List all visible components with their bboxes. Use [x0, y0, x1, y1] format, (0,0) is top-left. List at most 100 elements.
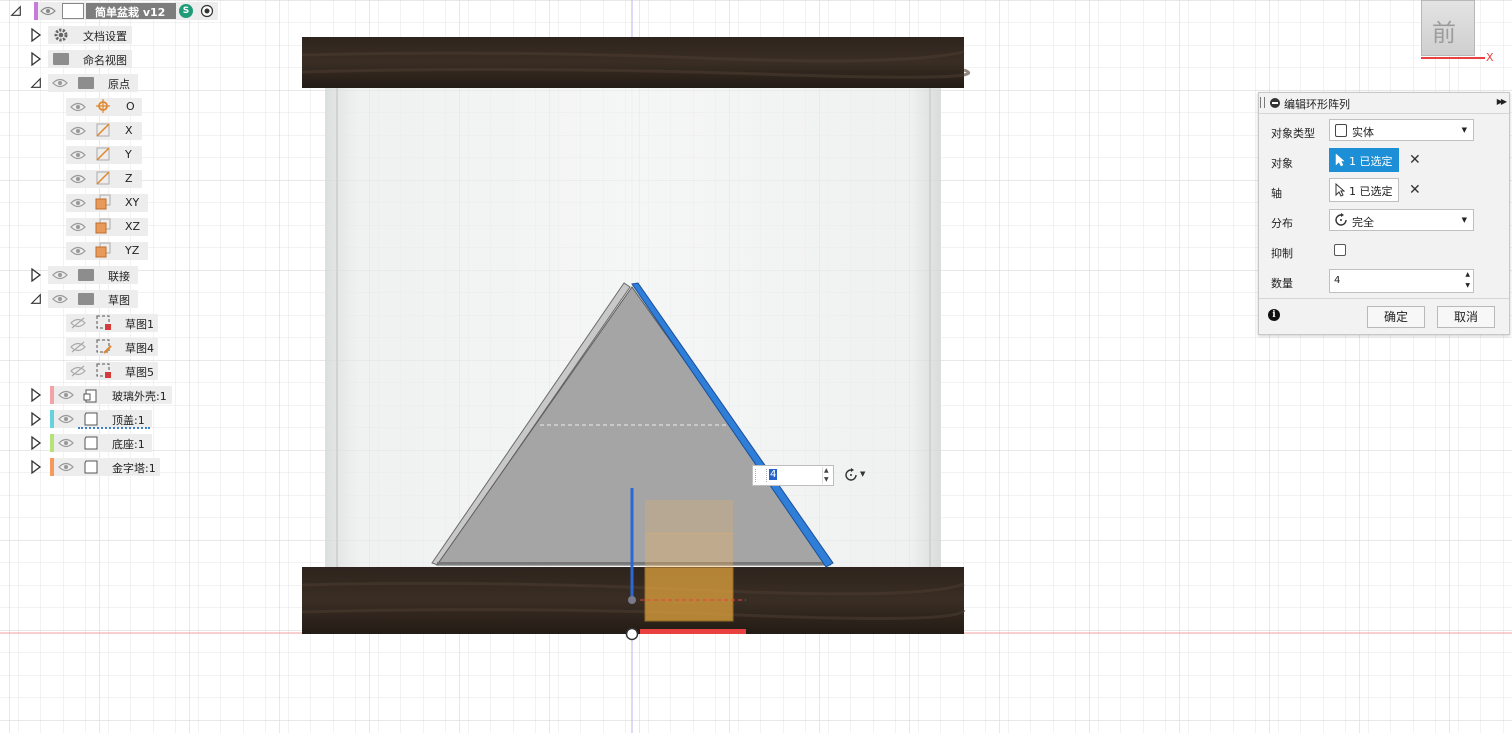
quantity-label: 数量	[1271, 277, 1293, 290]
axis-select-button[interactable]: 1 已选定	[1329, 178, 1399, 202]
gear-icon	[54, 28, 68, 42]
caret-up-icon[interactable]: ▲	[1465, 271, 1470, 278]
eye-icon[interactable]	[70, 197, 86, 209]
solid-body-icon	[1335, 124, 1347, 137]
tree-item-label: YZ	[125, 244, 140, 257]
suppress-checkbox[interactable]	[1334, 244, 1346, 256]
minus-circle-icon[interactable]	[1270, 98, 1280, 108]
axis-icon	[96, 123, 110, 137]
eye-icon[interactable]	[40, 5, 56, 17]
tree-item-label: XZ	[125, 220, 141, 233]
plane-icon	[95, 194, 111, 210]
caret-down-icon[interactable]: ▼	[1465, 282, 1470, 289]
drag-handle-icon[interactable]	[1260, 97, 1265, 108]
sketch-icon	[96, 315, 111, 330]
inline-input-grip	[755, 469, 767, 482]
view-cube-x-axis	[1421, 57, 1485, 59]
body-icon	[84, 436, 98, 450]
distribution-value: 完全	[1352, 216, 1374, 229]
tree-item-label: 草图4	[125, 342, 154, 355]
dropdown-caret-icon: ▼	[860, 470, 866, 478]
quantity-inline-input[interactable]: 4 ▲ ▼	[752, 465, 834, 486]
eye-hidden-icon[interactable]	[70, 317, 86, 329]
tree-item-label: 金字塔:1	[112, 462, 156, 475]
clear-axis-icon[interactable]: ✕	[1409, 182, 1421, 198]
eye-icon[interactable]	[70, 221, 86, 233]
distribution-label: 分布	[1271, 217, 1293, 230]
tree-item-label: 草图1	[125, 318, 154, 331]
collapse-triangle-icon[interactable]	[30, 292, 42, 306]
expand-triangle-icon[interactable]	[30, 388, 42, 402]
quantity-stepper[interactable]: 4 ▲ ▼	[1329, 269, 1474, 293]
plane-icon	[95, 242, 111, 258]
tree-item-label: 底座:1	[112, 438, 145, 451]
eye-icon[interactable]	[52, 293, 68, 305]
axis-value: 1 已选定	[1349, 185, 1393, 198]
expand-triangle-icon[interactable]	[30, 460, 42, 474]
sketch-icon	[96, 339, 112, 354]
eye-icon[interactable]	[70, 245, 86, 257]
folder-icon	[53, 53, 69, 65]
collapse-triangle-icon[interactable]	[30, 76, 42, 90]
eye-icon[interactable]	[52, 77, 68, 89]
selected-body[interactable]	[644, 567, 734, 622]
origin-point[interactable]	[625, 627, 639, 641]
view-cube[interactable]: 前	[1421, 0, 1475, 56]
circular-pattern-dialog: 编辑环形阵列 ▶▶ 对象类型 实体 ▼ 对象 1 已选定 ✕ 轴 1 已选定 ✕…	[1258, 92, 1510, 335]
eye-icon[interactable]	[58, 413, 74, 425]
inline-input-stepper[interactable]: ▲ ▼	[822, 467, 832, 484]
component-icon	[83, 389, 97, 403]
suppress-label: 抑制	[1271, 247, 1293, 260]
browser-panel: 简单盆栽 v12 S 文档设置 命名视图 原点 O X Y Z XY XZ YZ…	[0, 0, 260, 480]
tree-item-label: XY	[125, 196, 140, 209]
object-type-dropdown[interactable]: 实体 ▼	[1329, 119, 1474, 141]
expand-triangle-icon[interactable]	[30, 52, 42, 66]
rotate-icon	[1335, 213, 1347, 226]
inline-input-value: 4	[769, 469, 778, 480]
expand-triangle-icon[interactable]	[30, 28, 42, 42]
selected-body-ghost-top	[645, 500, 733, 534]
eye-hidden-icon[interactable]	[70, 341, 86, 353]
folder-icon	[78, 269, 94, 281]
distribution-dropdown[interactable]: 完全 ▼	[1329, 209, 1474, 231]
activate-radio-icon[interactable]	[200, 4, 214, 18]
eye-icon[interactable]	[70, 125, 86, 137]
distribution-inline-dropdown[interactable]: ▼	[843, 466, 869, 484]
sketch-icon	[96, 363, 111, 378]
info-icon[interactable]: i	[1268, 309, 1280, 321]
collapse-triangle-icon[interactable]	[10, 4, 22, 18]
object-type-value: 实体	[1352, 126, 1374, 139]
objects-select-button[interactable]: 1 已选定	[1329, 148, 1399, 172]
dialog-header[interactable]: 编辑环形阵列 ▶▶	[1259, 93, 1509, 114]
caret-up-icon[interactable]: ▲	[824, 467, 829, 474]
eye-icon[interactable]	[52, 269, 68, 281]
cancel-button[interactable]: 取消	[1437, 306, 1495, 328]
expand-triangle-icon[interactable]	[30, 268, 42, 282]
eye-icon[interactable]	[58, 389, 74, 401]
expand-triangle-icon[interactable]	[30, 436, 42, 450]
eye-icon[interactable]	[70, 149, 86, 161]
eye-icon[interactable]	[58, 437, 74, 449]
dropdown-caret-icon: ▼	[1461, 216, 1467, 224]
ok-button[interactable]: 确定	[1367, 306, 1425, 328]
root-badge: S	[179, 4, 193, 18]
axis-icon	[96, 171, 110, 185]
axis-midpoint	[628, 596, 636, 604]
selected-body-ghost-mid	[645, 533, 733, 569]
eye-icon[interactable]	[58, 461, 74, 473]
expand-triangle-icon[interactable]	[30, 412, 42, 426]
red-axis-bar	[640, 629, 746, 634]
caret-down-icon[interactable]: ▼	[824, 476, 829, 483]
tree-item-label: O	[126, 100, 135, 113]
clear-objects-icon[interactable]: ✕	[1409, 152, 1421, 168]
root-label: 简单盆栽 v12	[95, 6, 166, 19]
eye-icon[interactable]	[70, 101, 86, 113]
eye-icon[interactable]	[70, 173, 86, 185]
expand-panel-icon[interactable]: ▶▶	[1497, 97, 1507, 106]
tree-item-label: 联接	[108, 270, 130, 283]
object-type-label: 对象类型	[1271, 127, 1315, 140]
eye-hidden-icon[interactable]	[70, 365, 86, 377]
tree-item-label: 玻璃外壳:1	[112, 390, 167, 403]
top-cover-body[interactable]	[302, 37, 964, 88]
cursor-arrow-icon	[1335, 183, 1345, 197]
